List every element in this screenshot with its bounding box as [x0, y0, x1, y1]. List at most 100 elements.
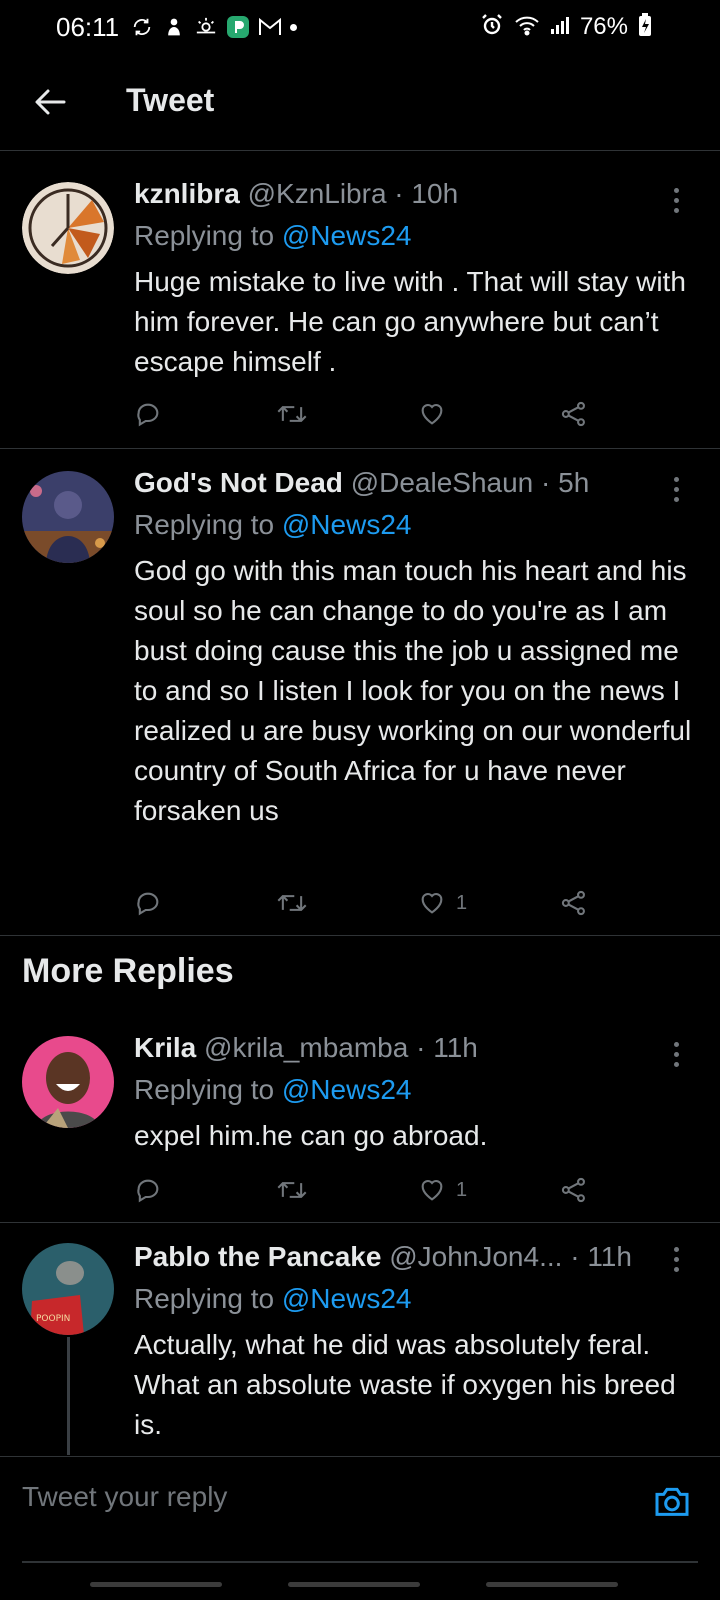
reply-composer: Tweet your reply [0, 1456, 720, 1563]
action-bar [134, 394, 614, 434]
reply-icon [137, 403, 159, 427]
retweet-icon [277, 406, 307, 422]
action-bar: 1 [134, 1170, 614, 1210]
nav-home-pill[interactable] [288, 1582, 420, 1587]
wifi-icon [514, 14, 540, 41]
battery-icon [638, 12, 652, 42]
separator: · [562, 1241, 588, 1272]
signal-icon [550, 15, 570, 40]
tweet-text: Huge mistake to live with . That will st… [134, 266, 686, 377]
author-name[interactable]: Krila [134, 1032, 196, 1063]
mention-link[interactable]: @News24 [282, 220, 412, 251]
alarm-icon [480, 13, 504, 42]
author-name[interactable]: God's Not Dead [134, 467, 343, 498]
avatar[interactable] [22, 471, 114, 563]
replying-label: Replying to [134, 1283, 282, 1314]
status-bar: 06:11 76% [0, 0, 720, 56]
reply-button[interactable] [134, 394, 162, 434]
replying-label: Replying to [134, 1074, 282, 1105]
timestamp: 11h [433, 1032, 478, 1063]
share-icon [561, 1177, 585, 1203]
reply-icon [137, 1179, 159, 1203]
share-button[interactable] [560, 883, 588, 923]
app-bar: Tweet [0, 56, 720, 151]
system-icons: 76% [480, 12, 652, 42]
tweet-text: Actually, what he did was absolutely fer… [134, 1329, 676, 1440]
replying-label: Replying to [134, 220, 282, 251]
more-replies-heading: More Replies [22, 952, 234, 990]
gmail-icon [258, 15, 282, 39]
thread-line [67, 1337, 70, 1455]
avatar[interactable] [22, 1036, 114, 1128]
replying-label: Replying to [134, 509, 282, 540]
replying-to: Replying to @News24 [134, 220, 411, 252]
nav-recents-pill[interactable] [90, 1582, 222, 1587]
app-icon [226, 15, 250, 39]
status-time: 06:11 [56, 12, 120, 42]
author-handle[interactable]: @JohnJon4... [389, 1241, 562, 1272]
input-underline [22, 1561, 698, 1563]
reply-icon [137, 892, 159, 916]
separator: · [408, 1032, 434, 1063]
retweet-button[interactable] [276, 883, 308, 923]
tweet[interactable]: God's Not Dead @DealeShaun · 5h Replying… [0, 449, 720, 936]
share-button[interactable] [560, 1170, 588, 1210]
replying-to: Replying to @News24 [134, 509, 411, 541]
author-name[interactable]: kznlibra [134, 178, 240, 209]
weather-icon [194, 15, 218, 39]
retweet-button[interactable] [276, 394, 308, 434]
reply-button[interactable] [134, 1170, 162, 1210]
timestamp: 5h [558, 467, 590, 498]
reply-input[interactable]: Tweet your reply [22, 1481, 227, 1513]
heart-icon [421, 893, 443, 914]
more-options-icon[interactable] [666, 469, 686, 509]
camera-button[interactable] [652, 1481, 696, 1525]
retweet-icon [277, 1182, 307, 1198]
sync-icon [130, 15, 154, 39]
back-arrow-icon [35, 89, 66, 115]
person-icon [162, 15, 186, 39]
like-count: 1 [456, 891, 468, 914]
more-options-icon[interactable] [666, 180, 686, 220]
dot-icon [290, 23, 297, 31]
like-button[interactable]: 1 [418, 1170, 467, 1210]
mention-link[interactable]: @News24 [282, 1074, 412, 1105]
like-button[interactable]: 1 [418, 883, 467, 923]
heart-icon [421, 404, 443, 425]
avatar[interactable]: POOPIN [22, 1243, 114, 1335]
notification-icons [130, 12, 297, 42]
replying-to: Replying to @News24 [134, 1074, 411, 1106]
heart-icon [421, 1180, 443, 1201]
tweet-text: expel him.he can go abroad. [134, 1120, 488, 1151]
mention-link[interactable]: @News24 [282, 509, 412, 540]
author-name[interactable]: Pablo the Pancake [134, 1241, 381, 1272]
avatar[interactable] [22, 182, 114, 274]
tweet[interactable]: Krila @krila_mbamba · 11h Replying to @N… [0, 1014, 720, 1223]
battery-percent: 76% [579, 13, 628, 40]
share-icon [561, 401, 585, 427]
svg-text:POOPIN: POOPIN [36, 1314, 70, 1324]
back-button[interactable] [28, 80, 72, 124]
timestamp: 10h [411, 178, 459, 209]
retweet-icon [277, 895, 307, 911]
mention-link[interactable]: @News24 [282, 1283, 412, 1314]
tweet-text: God go with this man touch his heart and… [134, 555, 692, 826]
separator: · [533, 467, 559, 498]
like-button[interactable] [418, 394, 456, 434]
author-handle[interactable]: @krila_mbamba [204, 1032, 408, 1063]
nav-back-pill[interactable] [486, 1582, 618, 1587]
retweet-button[interactable] [276, 1170, 308, 1210]
tweet[interactable]: kznlibra @KznLibra · 10h Replying to @Ne… [0, 160, 720, 449]
reply-button[interactable] [134, 883, 162, 923]
tweet[interactable]: POOPIN Pablo the Pancake @JohnJon4... · … [0, 1223, 720, 1455]
share-button[interactable] [560, 394, 588, 434]
page-title: Tweet [126, 82, 215, 118]
author-handle[interactable]: @KznLibra [248, 178, 387, 209]
more-options-icon[interactable] [666, 1034, 686, 1074]
timestamp: 11h [587, 1241, 632, 1272]
author-handle[interactable]: @DealeShaun [351, 467, 534, 498]
more-options-icon[interactable] [666, 1239, 686, 1279]
share-icon [561, 890, 585, 916]
replying-to: Replying to @News24 [134, 1283, 411, 1315]
separator: · [386, 178, 412, 209]
